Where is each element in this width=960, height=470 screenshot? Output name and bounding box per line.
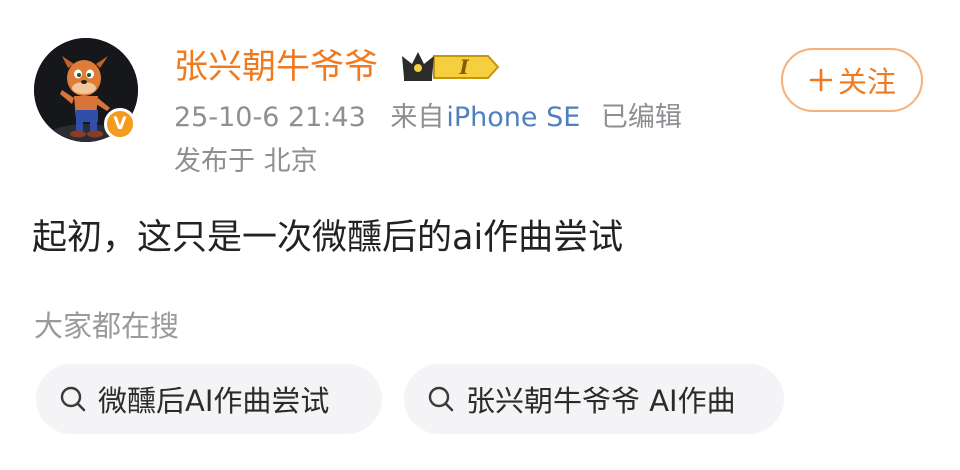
timestamp: 25-10-6 21:43 [174,102,366,133]
location: 发布于 北京 [174,146,318,177]
edited-label[interactable]: 已编辑 [601,102,682,133]
source-prefix: 来自 [390,102,445,133]
search-icon [428,386,454,412]
username[interactable]: 张兴朝牛爷爷 [174,44,378,90]
search-suggestion-label: 微醺后AI作曲尝试 [98,384,330,418]
level-badge-text: I [458,55,469,79]
search-icon [60,386,86,412]
crown-icon: I [402,52,500,81]
plus-icon [809,68,833,92]
verified-badge-icon: V [104,108,136,140]
device-link[interactable]: iPhone SE [446,102,580,133]
follow-button[interactable]: 关注 [781,48,923,112]
crown-level-badge-icon[interactable]: I [400,46,500,90]
post-text: 起初，这只是一次微醺后的ai作曲尝试 [32,218,624,258]
follow-button-label: 关注 [837,65,896,99]
post-meta: 25-10-6 21:43 来自iPhone SE 已编辑 [174,98,682,138]
search-suggestion-chip[interactable]: 张兴朝牛爷爷 AI作曲 [404,364,784,434]
search-suggestion-chip[interactable]: 微醺后AI作曲尝试 [36,364,382,434]
search-suggestions-heading: 大家都在搜 [34,309,180,343]
search-suggestion-label: 张兴朝牛爷爷 AI作曲 [466,384,736,418]
